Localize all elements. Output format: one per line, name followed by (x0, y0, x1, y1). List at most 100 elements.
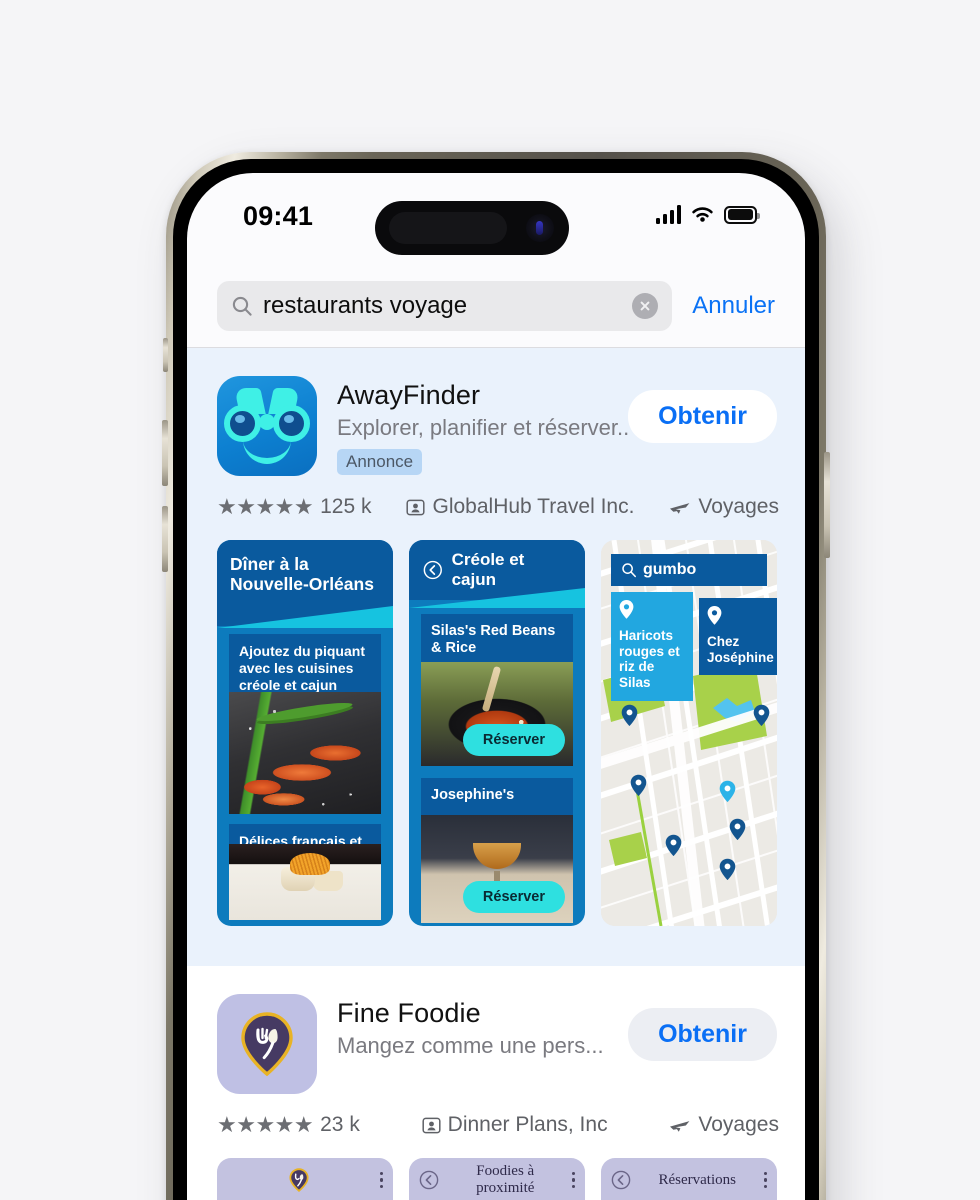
app2-header-row: Fine Foodie Mangez comme une pers... Obt… (217, 994, 777, 1098)
screenshot-carousel[interactable]: Dîner à la Nouvelle-Orléans Ajoutez du p… (217, 540, 777, 926)
map-callout-silas[interactable]: Haricots rouges et riz de Silas (611, 592, 693, 701)
more-vertical-icon[interactable] (763, 1171, 767, 1189)
foodies-nearby-header: Foodies à proximité (409, 1158, 585, 1200)
search-icon (622, 563, 636, 578)
screenshot-foodies-nearby[interactable]: Foodies à proximité Jose (409, 1158, 585, 1200)
search-input[interactable]: restaurants voyage (217, 281, 673, 331)
page-root: 09:41 restaurants voyage Annuler AwayFin… (0, 0, 980, 1200)
map-pin-icon (619, 600, 634, 619)
map-search-query: gumbo (643, 561, 697, 578)
search-value: restaurants voyage (263, 292, 468, 319)
shrimp-photo (229, 692, 381, 814)
screenshot-reservations[interactable]: Réservations Cuisine traditionnelle (601, 1158, 777, 1200)
device-bezel: 09:41 restaurants voyage Annuler AwayFin… (173, 159, 819, 1200)
foodie-home-header (217, 1158, 393, 1200)
status-bar: 09:41 (187, 173, 805, 265)
rating-stars: ★★★★★ (217, 494, 314, 519)
category-name: Voyages (698, 495, 779, 518)
volume-down-button[interactable] (162, 506, 168, 572)
airplane-icon (670, 1120, 690, 1132)
category-cell: Voyages (669, 1113, 779, 1137)
search-bar: restaurants voyage Annuler (187, 265, 805, 347)
fine-foodie-pin-icon (289, 1168, 309, 1192)
screenshot-foodie-home[interactable] (217, 1158, 393, 1200)
get-button-fine-foodie[interactable]: Obtenir (628, 1008, 777, 1061)
get-button[interactable]: Obtenir (628, 390, 777, 443)
developer-cell: Dinner Plans, Inc (422, 1113, 608, 1137)
app2-stats-row: ★★★★★ 23 k Dinner Plans, Inc Voyages (217, 1112, 779, 1138)
clear-circle-icon[interactable] (632, 293, 659, 319)
map-pin-icon[interactable] (621, 704, 638, 727)
shot2-header-title: Créole et cajun (451, 550, 525, 589)
reserve-button-silas[interactable]: Réserver (462, 724, 565, 756)
category-name: Voyages (698, 1113, 779, 1136)
app-header-row: AwayFinder Explorer, planifier et réserv… (217, 376, 777, 480)
scallop-photo (229, 844, 381, 920)
app-text-block: AwayFinder Explorer, planifier et réserv… (337, 376, 628, 475)
map-callout-josephine[interactable]: Chez Joséphine (699, 598, 777, 676)
front-camera-icon (526, 214, 554, 242)
rating-count: 23 k (320, 1113, 360, 1136)
rating-count: 125 k (320, 495, 372, 518)
screenshot-creole-cajun[interactable]: Créole et cajun Silas's Red Beans & Rice… (409, 540, 585, 926)
status-indicators (655, 205, 760, 224)
foodies-nearby-title: Foodies à proximité (476, 1163, 535, 1196)
battery-full-icon (724, 205, 760, 224)
dynamic-island-pill (389, 212, 507, 244)
silence-switch[interactable] (163, 338, 168, 372)
map-pin-icon (707, 606, 722, 625)
cellular-bars-icon (655, 205, 681, 224)
rating-cell: ★★★★★ 23 k (217, 1112, 360, 1138)
volume-up-button[interactable] (162, 420, 168, 486)
map-callout-silas-label: Haricots rouges et riz de Silas (619, 628, 680, 690)
cancel-button[interactable]: Annuler (692, 292, 775, 320)
map-pin-icon-active[interactable] (719, 780, 736, 803)
map-callout-josephine-label: Chez Joséphine (707, 634, 774, 665)
reservations-header: Réservations (601, 1158, 777, 1200)
app-subtitle: Explorer, planifier et réserver... (337, 415, 629, 440)
map-pin-icon[interactable] (729, 818, 746, 841)
back-circle-icon[interactable] (419, 1170, 439, 1190)
iphone-device-frame: 09:41 restaurants voyage Annuler AwayFin… (162, 152, 830, 1200)
ad-badge: Annonce (337, 449, 423, 475)
sponsored-app-result[interactable]: AwayFinder Explorer, planifier et réserv… (187, 348, 805, 966)
map-search-field[interactable]: gumbo (611, 554, 767, 586)
more-vertical-icon[interactable] (571, 1171, 575, 1189)
app-name: AwayFinder (337, 380, 481, 410)
developer-cell: GlobalHub Travel Inc. (406, 495, 634, 519)
awayfinder-binoculars-icon[interactable] (217, 376, 317, 476)
shot2-card-josephines-title: Josephine's (431, 787, 515, 803)
map-pin-icon[interactable] (630, 774, 647, 797)
screenshot-carousel-fine-foodie[interactable]: Foodies à proximité Jose (217, 1158, 777, 1200)
fine-foodie-pin-icon[interactable] (217, 994, 317, 1094)
shot2-card-josephines[interactable]: Josephine's Réserver (421, 778, 573, 923)
shot2-card-silas[interactable]: Silas's Red Beans & Rice Réserver (421, 614, 573, 766)
search-icon (232, 296, 252, 316)
map-pin-icon[interactable] (753, 704, 770, 727)
app-result-fine-foodie[interactable]: Fine Foodie Mangez comme une pers... Obt… (187, 966, 805, 1200)
rating-stars: ★★★★★ (217, 1112, 314, 1137)
back-circle-icon[interactable] (423, 560, 443, 580)
developer-card-icon (422, 1117, 441, 1133)
developer-name: GlobalHub Travel Inc. (432, 495, 635, 518)
shot2-header: Créole et cajun (409, 540, 585, 600)
shot1-header-title: Dîner à la Nouvelle-Orléans (230, 554, 374, 595)
shot1-panel-french: Délices français et autres mets raffinés (229, 824, 381, 920)
shot1-panel-spicy: Ajoutez du piquant avec les cuisines cré… (229, 634, 381, 814)
device-screen: 09:41 restaurants voyage Annuler AwayFin… (187, 173, 805, 1200)
app2-text-block: Fine Foodie Mangez comme une pers... (337, 994, 628, 1059)
dynamic-island (375, 201, 569, 255)
app-stats-row: ★★★★★ 125 k GlobalHub Travel Inc. Voyage… (217, 494, 779, 520)
app2-subtitle: Mangez comme une pers... (337, 1033, 604, 1058)
reserve-button-josephines[interactable]: Réserver (462, 881, 565, 913)
developer-card-icon (406, 499, 426, 515)
screenshot-dining-new-orleans[interactable]: Dîner à la Nouvelle-Orléans Ajoutez du p… (217, 540, 393, 926)
back-circle-icon[interactable] (611, 1170, 631, 1190)
screenshot-map-gumbo[interactable]: gumbo Haricots rouges et riz de Silas Ch… (601, 540, 777, 926)
app2-name: Fine Foodie (337, 998, 481, 1028)
reservations-title: Réservations (658, 1171, 736, 1188)
map-pin-icon[interactable] (665, 834, 682, 857)
more-vertical-icon[interactable] (379, 1171, 383, 1189)
power-button[interactable] (824, 452, 830, 558)
map-pin-icon[interactable] (719, 858, 736, 881)
